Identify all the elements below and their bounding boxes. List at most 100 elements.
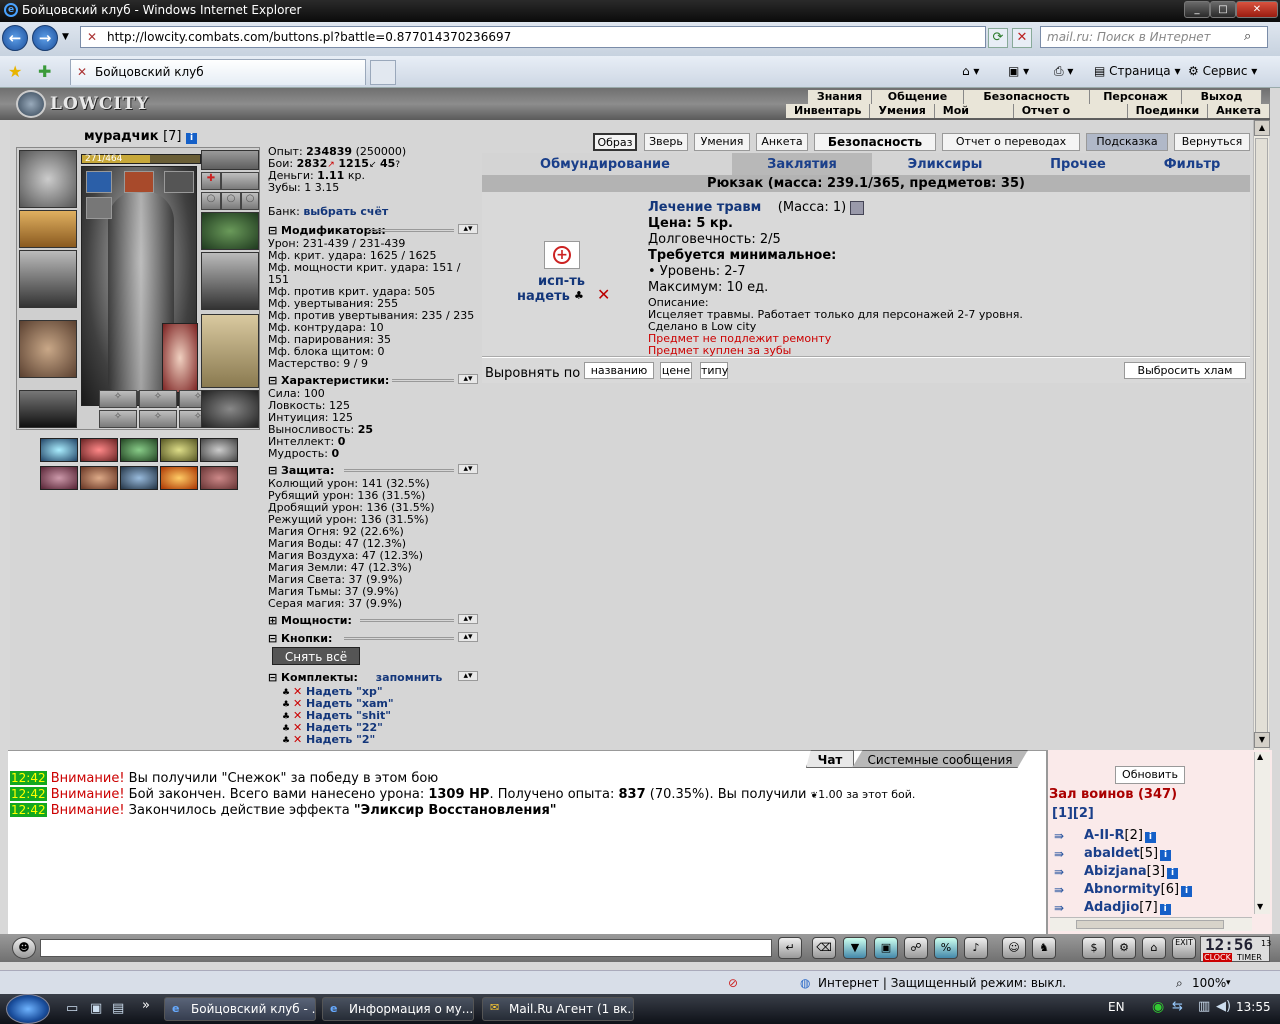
section-arrows-icon[interactable]: ▴▾ — [458, 632, 478, 642]
spell-slot-6[interactable] — [40, 466, 78, 490]
chat-tab[interactable]: Чат — [806, 750, 854, 768]
hint-button[interactable]: Подсказка — [1086, 133, 1168, 151]
sets-header[interactable]: ⊟ Комплекты: запомнить ▴▾ — [268, 671, 478, 684]
earring-slot[interactable]: ✚ — [201, 172, 221, 190]
user-list-item[interactable]: Abizjana[3] i — [1084, 864, 1179, 879]
search-input[interactable]: mail.ru: Поиск в Интернет — [1040, 26, 1268, 48]
quicklaunch-desktop-icon[interactable]: ▭ — [66, 1001, 78, 1016]
item-name-link[interactable]: Лечение травм — [648, 200, 761, 215]
rune-slot-1[interactable]: ✧ — [99, 390, 137, 408]
submenu-skills[interactable]: Умения — [870, 104, 935, 118]
quicklaunch-window-icon[interactable]: ▣ — [90, 1001, 102, 1016]
user-name[interactable]: Abnormity — [1084, 882, 1161, 897]
submenu-profile[interactable]: Анкета — [1208, 104, 1270, 118]
tray-volume-icon[interactable]: ◀) — [1216, 999, 1231, 1014]
use-item-link[interactable]: исп-ть — [538, 274, 585, 289]
refresh-room-button[interactable]: Обновить — [1115, 766, 1185, 784]
weapon-left-slot[interactable] — [19, 250, 77, 308]
spell-slot-8[interactable] — [120, 466, 158, 490]
weapon-right-slot[interactable] — [201, 252, 259, 310]
new-tab-button[interactable] — [370, 60, 396, 85]
user-name[interactable]: abaldet — [1084, 846, 1140, 861]
undress-all-button[interactable]: Снять всё — [272, 647, 360, 665]
section-arrows-icon[interactable]: ▴▾ — [458, 614, 478, 624]
user-info-icon[interactable]: i — [1181, 886, 1193, 897]
page-menu[interactable]: ▤ Страница ▾ — [1094, 61, 1181, 81]
image-button[interactable]: Образ — [593, 133, 637, 151]
gloves-slot[interactable] — [201, 212, 259, 250]
quicklaunch-more-icon[interactable]: » — [142, 998, 150, 1013]
scroll-up-button[interactable]: ▲ — [1254, 120, 1270, 136]
percent-icon[interactable]: % — [934, 937, 958, 959]
money-bag-icon[interactable]: $ — [1082, 937, 1106, 959]
menu-communication[interactable]: Общение — [872, 90, 964, 104]
content-scrollbar[interactable]: ▲ ▼ — [1253, 120, 1270, 750]
user-name[interactable]: Adadjio — [1084, 900, 1139, 915]
task-info[interactable]: Информация о му... — [322, 997, 474, 1021]
tools-menu[interactable]: ⚙ Сервис ▾ — [1188, 61, 1257, 81]
amulet-slot[interactable] — [201, 150, 259, 170]
category-other[interactable]: Прочее — [1036, 155, 1120, 175]
spell-slot-4[interactable] — [160, 438, 198, 462]
section-arrows-icon[interactable]: ▴▾ — [458, 464, 478, 474]
close-window-button[interactable]: ✕ — [1236, 1, 1278, 18]
section-arrows-icon[interactable]: ▴▾ — [458, 224, 478, 234]
exit-game-icon[interactable]: EXIT — [1172, 937, 1196, 959]
modifiers-header[interactable]: ⊟ Модификаторы: ▴▾ — [268, 224, 478, 237]
pet-button[interactable]: Зверь — [644, 133, 688, 151]
spell-slot-3[interactable] — [120, 438, 158, 462]
search-icon[interactable]: ⌕ — [1244, 29, 1251, 44]
necklace-slot[interactable] — [221, 172, 259, 190]
effect-icon-4[interactable] — [86, 197, 112, 219]
fighter-icon[interactable]: ♞ — [1032, 937, 1056, 959]
scroll-thumb[interactable] — [1255, 138, 1268, 738]
category-elixirs[interactable]: Эликсиры — [890, 155, 1000, 175]
stop-icon[interactable]: ✕ — [1012, 28, 1032, 48]
print-icon[interactable]: ⎙ ▾ — [1054, 61, 1073, 81]
zoom-icon[interactable]: ⌕ — [1176, 971, 1183, 995]
forward-button[interactable]: → — [32, 25, 58, 51]
refresh-icon[interactable]: ⟳ — [988, 28, 1008, 48]
add-favorite-icon[interactable]: ✚ — [38, 62, 51, 81]
chat-input[interactable] — [40, 939, 772, 957]
player-info-icon[interactable]: i — [186, 133, 198, 144]
room-hscrollbar[interactable] — [1050, 917, 1252, 931]
clear-chat-icon[interactable]: ⌫ — [812, 937, 836, 959]
sort-by-price-button[interactable]: цене — [660, 362, 692, 379]
hscroll-thumb[interactable] — [1076, 920, 1224, 929]
menu-knowledge[interactable]: Знания — [808, 90, 872, 104]
skills-button[interactable]: Умения — [694, 133, 750, 151]
category-equipment[interactable]: Обмундирование — [530, 155, 680, 175]
helmet-slot[interactable] — [19, 150, 77, 208]
ring-slot-1[interactable]: ○ — [201, 192, 221, 210]
spell-slot-5[interactable] — [200, 438, 238, 462]
popup-blocked-icon[interactable]: ⊘ — [728, 971, 738, 995]
characteristics-header[interactable]: ⊟ Характеристики: ▴▾ — [268, 374, 478, 387]
delete-item-icon[interactable]: ✕ — [597, 285, 610, 304]
sort-by-type-button[interactable]: типу — [700, 362, 728, 379]
submenu-transfer-report[interactable]: Отчет о переводах — [1014, 104, 1128, 131]
category-spells[interactable]: Заклятия — [732, 155, 872, 175]
send-message-icon[interactable]: ↵ — [778, 937, 802, 959]
security-zone-text[interactable]: Интернет | Защищенный режим: выкл. — [818, 971, 1066, 995]
section-arrows-icon[interactable]: ▴▾ — [458, 374, 478, 384]
wear-item-link[interactable]: надеть — [517, 289, 570, 304]
defense-header[interactable]: ⊟ Защита: ▴▾ — [268, 464, 478, 477]
scroll-down-button[interactable]: ▼ — [1254, 732, 1270, 748]
minimize-button[interactable]: _ — [1184, 1, 1210, 18]
filter-icon[interactable]: ▼ — [843, 937, 867, 959]
user-action-icon[interactable]: ⇛ — [1054, 847, 1074, 861]
rune-slot-2[interactable]: ✧ — [139, 390, 177, 408]
belt-slot[interactable] — [19, 390, 77, 428]
sets-remember-link[interactable]: запомнить — [376, 671, 443, 684]
return-button[interactable]: Вернуться — [1174, 133, 1250, 151]
history-dropdown-icon[interactable]: ▼ — [62, 32, 69, 42]
buttons-header[interactable]: ⊟ Кнопки: ▴▾ — [268, 632, 478, 645]
sort-by-name-button[interactable]: названию — [584, 362, 654, 379]
rune-slot-4[interactable]: ✧ — [99, 410, 137, 428]
char-settings-icon[interactable]: ⚙ — [1112, 937, 1136, 959]
submenu-inventory[interactable]: Инвентарь — [786, 104, 871, 118]
favorites-star-icon[interactable]: ★ — [8, 62, 22, 81]
user-list-item[interactable]: Abnormity[6] i — [1084, 882, 1193, 897]
task-fight-club[interactable]: Бойцовский клуб - ... — [164, 997, 316, 1021]
